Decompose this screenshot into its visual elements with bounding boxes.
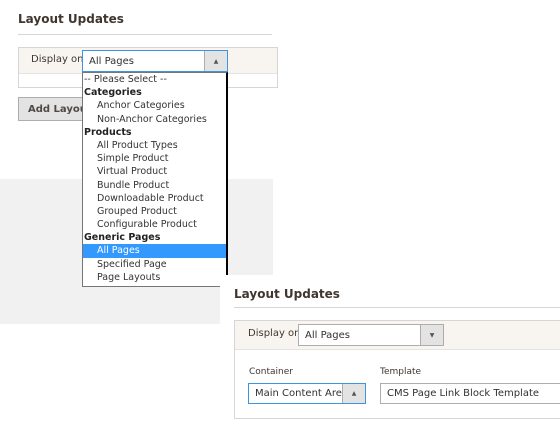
dropdown-group-label: Categories bbox=[84, 87, 142, 99]
display-on-value: All Pages bbox=[305, 329, 350, 341]
dropdown-option[interactable]: Virtual Product bbox=[83, 165, 226, 178]
chevron-down-icon[interactable]: ▼ bbox=[420, 325, 443, 345]
container-select[interactable]: Main Content Area ▲ bbox=[248, 383, 366, 404]
template-label: Template bbox=[380, 367, 422, 377]
display-on-dropdown-list[interactable]: -- Please Select -- Categories Anchor Cate… bbox=[82, 72, 228, 287]
dropdown-option[interactable]: All Pages bbox=[83, 244, 226, 258]
dropdown-option[interactable]: Downloadable Product bbox=[83, 192, 226, 205]
container-label: Container bbox=[249, 367, 293, 377]
display-on-select[interactable]: All Pages ▲ bbox=[82, 50, 228, 72]
display-on-label: Display on bbox=[248, 328, 301, 339]
divider bbox=[18, 34, 272, 35]
add-layout-update-button[interactable]: Add Layout Update bbox=[18, 97, 88, 121]
dropdown-option[interactable]: Simple Product bbox=[83, 152, 226, 165]
display-on-value: All Pages bbox=[89, 55, 134, 67]
dropdown-option[interactable]: Anchor Categories bbox=[83, 99, 226, 112]
right-section-title: Layout Updates bbox=[234, 287, 340, 301]
container-value: Main Content Area bbox=[255, 388, 349, 399]
dropdown-group-label: Generic Pages bbox=[84, 232, 161, 244]
left-section-title: Layout Updates bbox=[18, 12, 124, 26]
chevron-up-icon[interactable]: ▲ bbox=[204, 51, 227, 71]
dropdown-option[interactable]: Specified Page bbox=[83, 258, 226, 271]
template-select[interactable]: CMS Page Link Block Template bbox=[380, 383, 560, 404]
right-panel: Layout Updates Display on All Pages ▼ Co… bbox=[220, 275, 560, 428]
chevron-up-icon[interactable]: ▲ bbox=[342, 384, 365, 403]
dropdown-option[interactable]: Bundle Product bbox=[83, 179, 226, 192]
dropdown-group-label: Products bbox=[84, 126, 132, 138]
display-on-label: Display on bbox=[31, 54, 84, 65]
display-on-select[interactable]: All Pages ▼ bbox=[298, 324, 444, 346]
dropdown-option[interactable]: -- Please Select -- bbox=[83, 73, 226, 86]
dropdown-option[interactable]: All Product Types bbox=[83, 139, 226, 152]
dropdown-option[interactable]: Page Layouts bbox=[83, 271, 226, 284]
dropdown-option[interactable]: Non-Anchor Categories bbox=[83, 113, 226, 126]
dropdown-option[interactable]: Grouped Product bbox=[83, 205, 226, 218]
template-value: CMS Page Link Block Template bbox=[387, 388, 540, 399]
dropdown-option[interactable]: Configurable Product bbox=[83, 218, 226, 231]
divider bbox=[234, 307, 560, 308]
